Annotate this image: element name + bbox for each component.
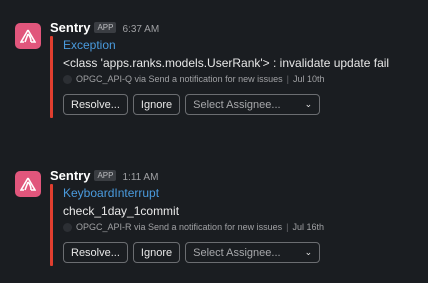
chevron-down-icon: ⌄ xyxy=(304,247,313,257)
issue-message: check_1day_1commit xyxy=(63,204,180,218)
footer-date: Jul 16th xyxy=(292,222,324,232)
footer-source: OPGC_API-Q via Send a notification for n… xyxy=(76,74,283,84)
app-badge: APP xyxy=(94,22,117,33)
footer-separator: | xyxy=(286,74,289,84)
issue-message: <class 'apps.ranks.models.UserRank'> : i… xyxy=(63,56,390,70)
ignore-button[interactable]: Ignore xyxy=(132,242,181,263)
ignore-button[interactable]: Ignore xyxy=(132,94,181,115)
resolve-button[interactable]: Resolve... xyxy=(63,242,128,263)
timestamp[interactable]: 6:37 AM xyxy=(122,24,159,35)
timestamp[interactable]: 1:11 AM xyxy=(122,172,158,183)
app-badge: APP xyxy=(94,170,117,181)
action-buttons: Resolve... Ignore Select Assignee... ⌄ xyxy=(63,94,325,115)
sender-name[interactable]: Sentry xyxy=(50,168,90,183)
sentry-logo-icon[interactable] xyxy=(15,171,41,197)
footer-source: OPGC_API-R via Send a notification for n… xyxy=(76,222,283,232)
attachment-footer: OPGC_API-Q via Send a notification for n… xyxy=(63,74,324,84)
attachment-bar xyxy=(50,36,53,118)
resolve-button[interactable]: Resolve... xyxy=(63,94,128,115)
assignee-select[interactable]: Select Assignee... ⌄ xyxy=(185,242,321,263)
action-buttons: Resolve... Ignore Select Assignee... ⌄ xyxy=(63,242,325,263)
issue-title-link[interactable]: KeyboardInterrupt xyxy=(63,186,159,200)
footer-icon xyxy=(63,74,72,84)
assignee-placeholder: Select Assignee... xyxy=(193,98,281,111)
footer-separator: | xyxy=(286,222,289,232)
assignee-select[interactable]: Select Assignee... ⌄ xyxy=(185,94,321,115)
sender-name[interactable]: Sentry xyxy=(50,20,90,35)
footer-icon xyxy=(63,222,72,232)
sentry-logo-icon[interactable] xyxy=(15,23,41,49)
assignee-placeholder: Select Assignee... xyxy=(193,246,281,259)
message-header: Sentry APP 6:37 AM xyxy=(50,20,159,35)
chevron-down-icon: ⌄ xyxy=(304,99,313,109)
issue-title-link[interactable]: Exception xyxy=(63,38,116,52)
footer-date: Jul 10th xyxy=(292,74,325,84)
attachment-bar xyxy=(50,184,53,266)
attachment-footer: OPGC_API-R via Send a notification for n… xyxy=(63,222,324,232)
message-header: Sentry APP 1:11 AM xyxy=(50,168,158,183)
